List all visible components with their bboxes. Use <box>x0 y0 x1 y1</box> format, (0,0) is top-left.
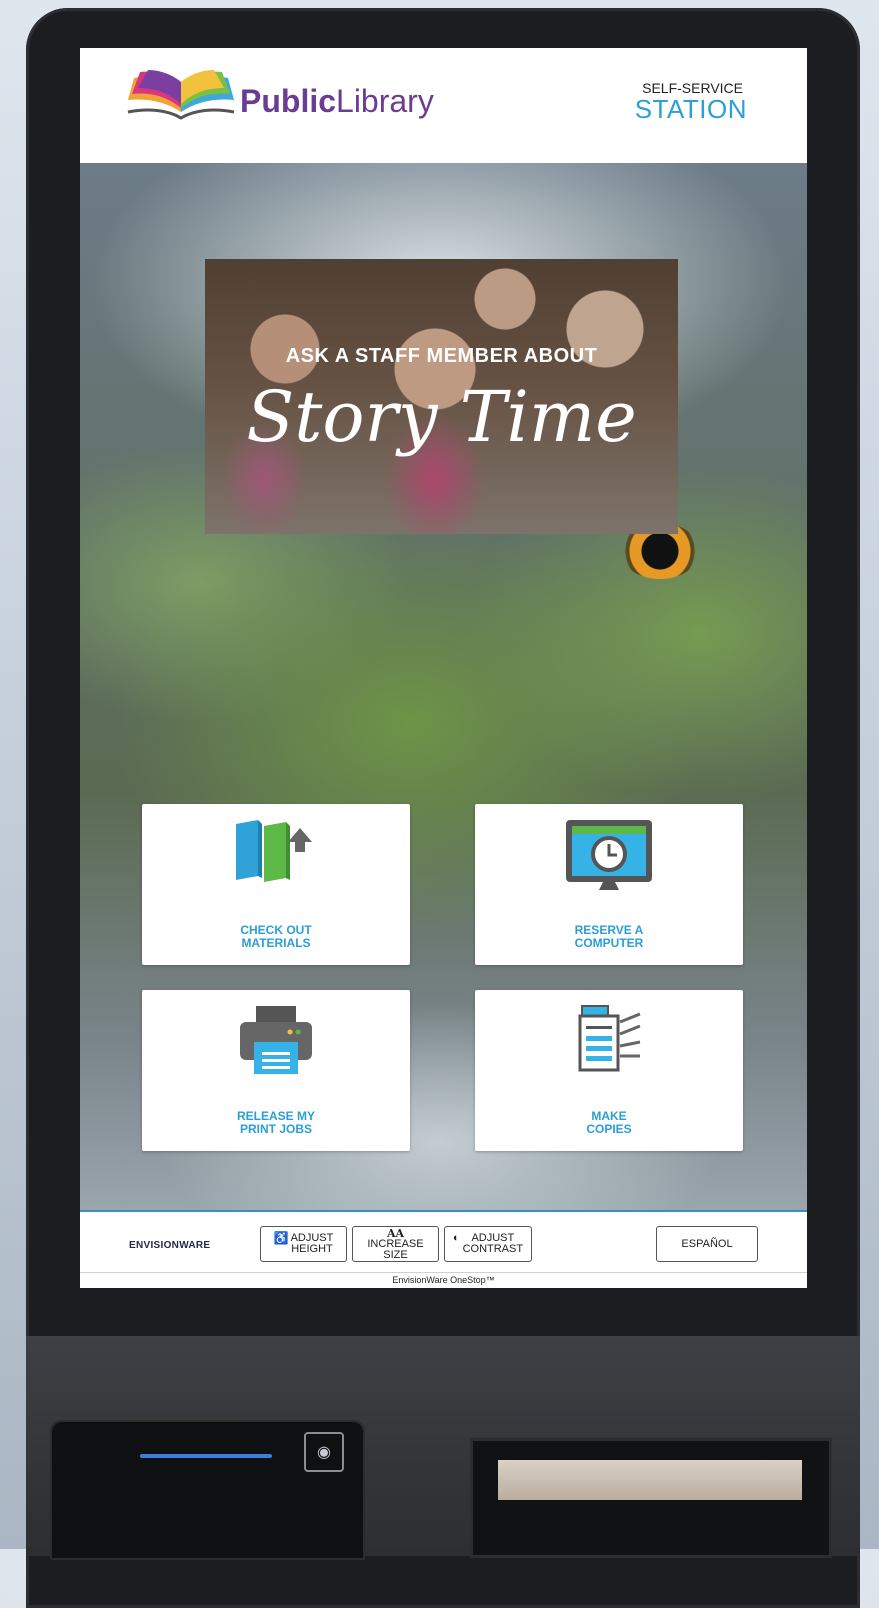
card-slot-light <box>140 1454 272 1458</box>
text-size-icon: AA <box>386 1226 405 1240</box>
brand-name-bold: Public <box>240 83 337 119</box>
header: PublicLibrary SELF-SERVICE STATION <box>80 48 807 163</box>
banner-line2: Story Time <box>246 376 637 458</box>
increase-size-label: INCREASE SIZE <box>367 1237 424 1261</box>
adjust-contrast-content: ◐ ADJUST CONTRAST <box>453 1233 523 1255</box>
adjust-height-content: ♿ ADJUST HEIGHT <box>273 1231 334 1255</box>
station-title: STATION <box>634 94 747 124</box>
hero-background: ASK A STAFF MEMBER ABOUT Story Time CHEC… <box>80 163 807 1210</box>
make-copies-button[interactable]: MAKE COPIES <box>475 990 743 1151</box>
product-name-bar: EnvisionWare OneStop™ <box>80 1272 807 1288</box>
envisionware-logo: ENVISIONWARE <box>129 1240 211 1251</box>
make-copies-label: MAKE COPIES <box>586 1109 632 1136</box>
computer-clock-icon <box>566 820 652 890</box>
reserve-computer-label: RESERVE A COMPUTER <box>574 923 644 950</box>
receipt-printer-slot <box>470 1438 832 1558</box>
adjust-height-label: ADJUST HEIGHT <box>290 1232 334 1255</box>
contrast-icon: ◐ <box>452 1232 460 1244</box>
receipt-tray <box>498 1460 802 1500</box>
copier-icon <box>578 1005 641 1072</box>
printer-icon <box>240 1006 312 1074</box>
brand-name-light: Library <box>336 83 434 119</box>
banner-line1: ASK A STAFF MEMBER ABOUT <box>285 345 598 367</box>
kiosk-screen: PublicLibrary SELF-SERVICE STATION ASK A… <box>80 48 807 1288</box>
story-time-banner: ASK A STAFF MEMBER ABOUT Story Time <box>205 259 678 534</box>
card-reader-panel: ◉ <box>50 1420 365 1560</box>
accessibility-footer: ENVISIONWARE ♿ ADJUST HEIGHT AA INCREASE… <box>80 1210 807 1274</box>
language-label: ESPAÑOL <box>681 1237 733 1250</box>
check-out-materials-button[interactable]: CHECK OUT MATERIALS <box>142 804 410 965</box>
reserve-computer-button[interactable]: RESERVE A COMPUTER <box>475 804 743 965</box>
adjust-contrast-label: ADJUST CONTRAST <box>462 1232 524 1255</box>
adjust-contrast-button[interactable]: ◐ ADJUST CONTRAST <box>444 1226 532 1262</box>
increase-size-button[interactable]: AA INCREASE SIZE <box>352 1226 439 1262</box>
books-upload-icon <box>236 820 312 882</box>
espanol-language-button[interactable]: ESPAÑOL <box>656 1226 758 1262</box>
wheelchair-icon: ♿ <box>273 1231 289 1245</box>
adjust-height-button[interactable]: ♿ ADJUST HEIGHT <box>260 1226 347 1262</box>
scanner-camera-icon: ◉ <box>304 1432 344 1472</box>
brand-name: PublicLibrary <box>240 83 434 120</box>
open-book-logo-icon <box>127 70 235 120</box>
release-print-jobs-label: RELEASE MY PRINT JOBS <box>236 1109 315 1136</box>
release-print-jobs-button[interactable]: RELEASE MY PRINT JOBS <box>142 990 410 1151</box>
check-out-label: CHECK OUT MATERIALS <box>240 923 312 950</box>
